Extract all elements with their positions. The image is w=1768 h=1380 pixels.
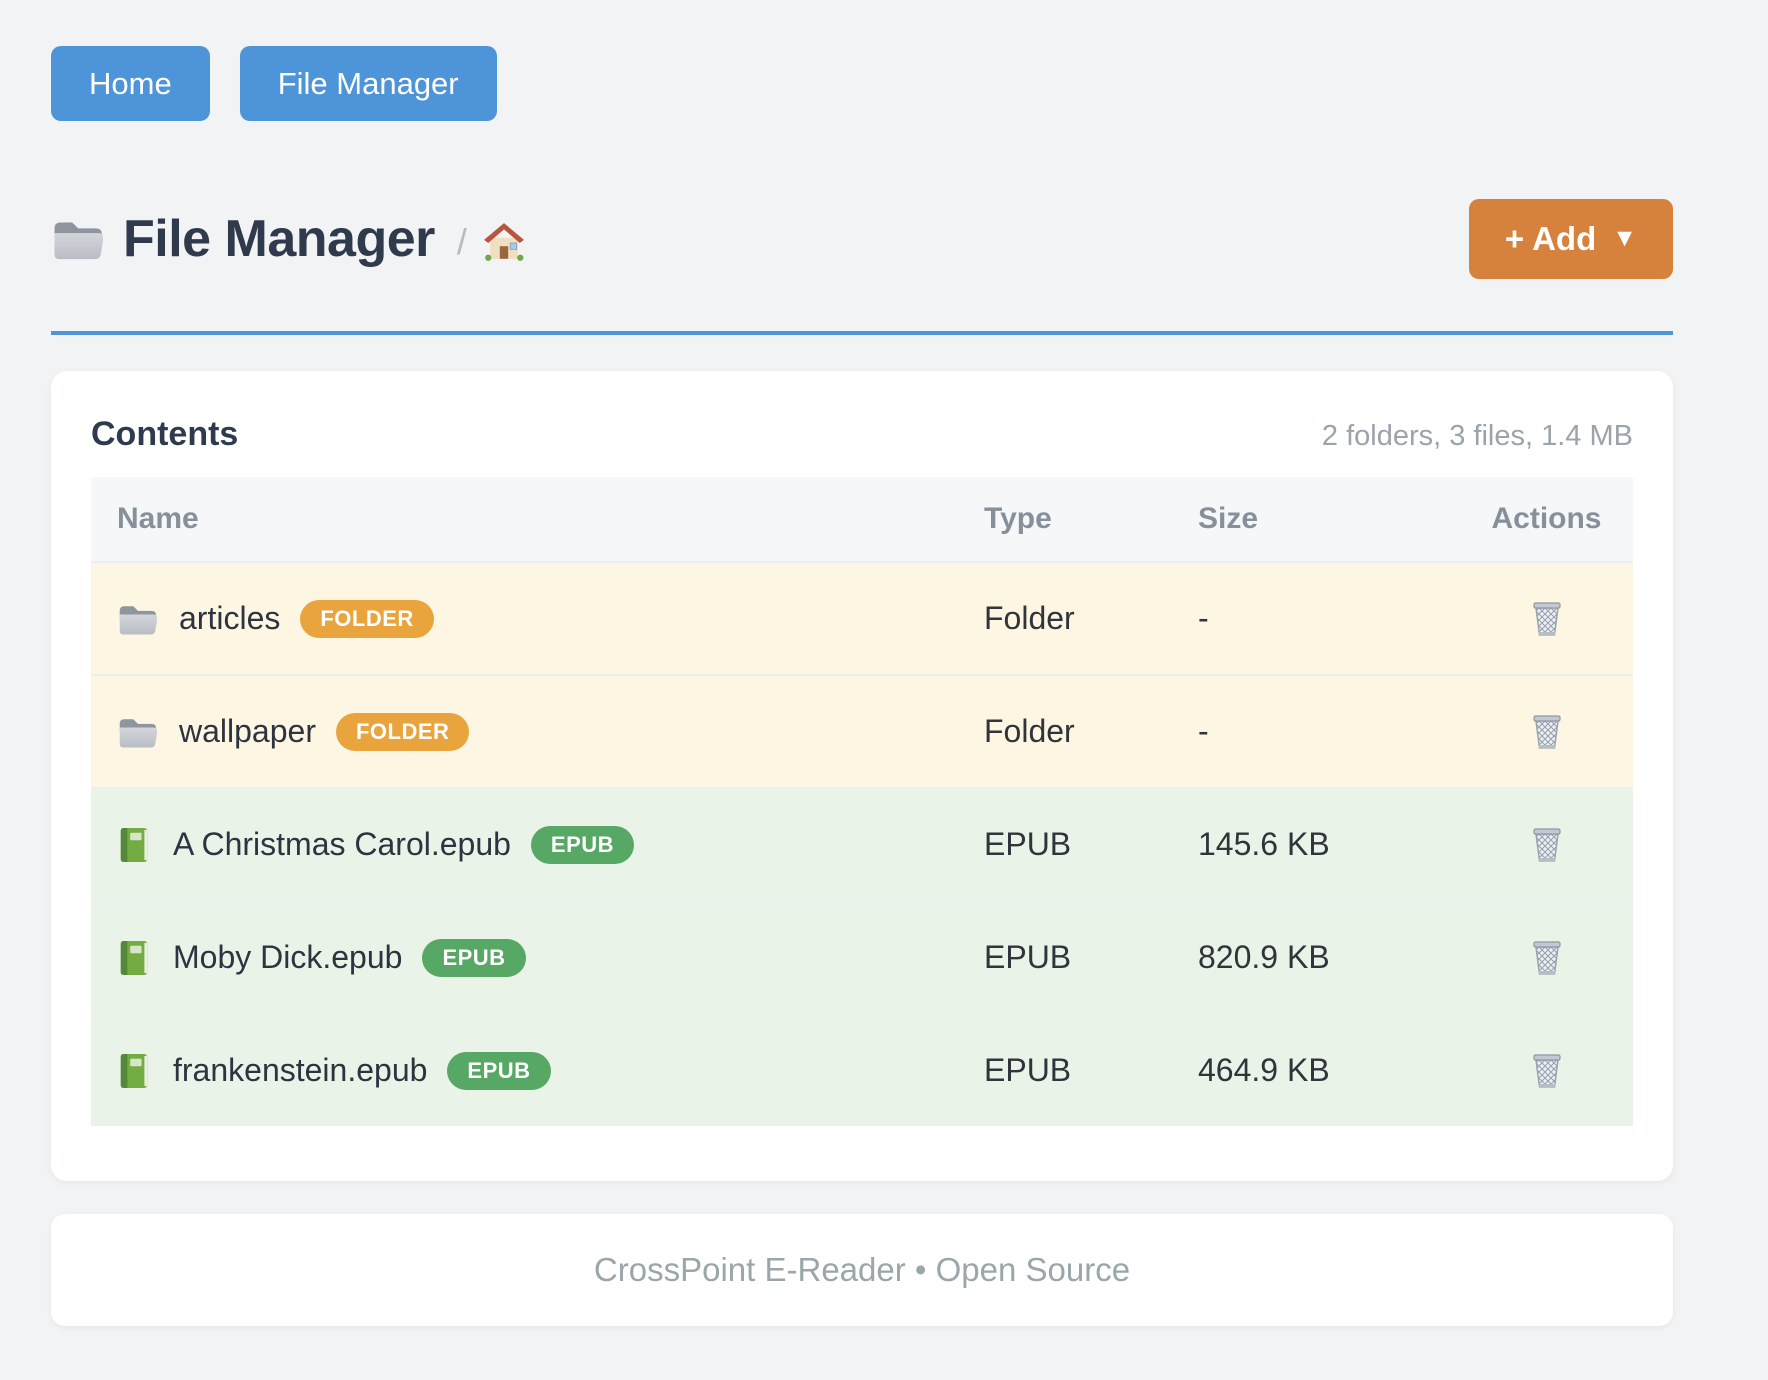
nav-home-button[interactable]: Home — [51, 46, 210, 121]
type-badge: FOLDER — [300, 600, 433, 638]
caret-down-icon: ▼ — [1612, 224, 1637, 253]
folder-icon — [117, 602, 157, 636]
cell-size: 145.6 KB — [1198, 826, 1460, 863]
type-badge: EPUB — [447, 1052, 550, 1090]
cell-type: EPUB — [984, 939, 1198, 976]
delete-button[interactable] — [1526, 1047, 1568, 1095]
item-name-link[interactable]: wallpaper — [179, 713, 316, 750]
cell-name: A Christmas Carol.epub EPUB — [91, 825, 984, 865]
item-name-link[interactable]: articles — [179, 600, 280, 637]
table-row: Moby Dick.epubEPUBEPUB820.9 KB — [91, 900, 1633, 1013]
table-body: articlesFOLDERFolder-wallpaperFOLDERFold… — [91, 561, 1633, 1126]
book-icon — [117, 825, 151, 865]
cell-actions — [1460, 1047, 1633, 1095]
folder-icon — [117, 715, 157, 749]
column-header-name: Name — [91, 502, 984, 536]
nav-buttons: Home File Manager — [51, 46, 1673, 121]
delete-button[interactable] — [1526, 821, 1568, 869]
item-name-link[interactable]: Moby Dick.epub — [173, 939, 402, 976]
cell-name: wallpaper FOLDER — [91, 713, 984, 751]
type-badge: EPUB — [531, 826, 634, 864]
contents-table: Name Type Size Actions articles FOLDER Fol… — [91, 477, 1633, 1126]
table-row: A Christmas Carol.epubEPUBEPUB145.6 KB — [91, 787, 1633, 900]
cell-type: Folder — [984, 600, 1198, 637]
cell-name: frankenstein.epub EPUB — [91, 1051, 984, 1091]
footer-text: CrossPoint E-Reader • Open Source — [594, 1251, 1130, 1289]
cell-actions — [1460, 934, 1633, 982]
cell-size: - — [1198, 600, 1460, 637]
item-name-link[interactable]: A Christmas Carol.epub — [173, 826, 511, 863]
cell-name: articles FOLDER — [91, 600, 984, 638]
page-title: File Manager — [123, 209, 435, 269]
contents-heading: Contents — [91, 415, 238, 454]
nav-file-manager-button[interactable]: File Manager — [240, 46, 497, 121]
page: Home File Manager File Manager / + Add ▼ — [0, 0, 1768, 1326]
type-badge: FOLDER — [336, 713, 469, 751]
trash-icon — [1530, 599, 1564, 639]
folder-icon — [51, 217, 103, 261]
cell-type: Folder — [984, 713, 1198, 750]
table-row: frankenstein.epubEPUBEPUB464.9 KB — [91, 1013, 1633, 1126]
table-row: articles FOLDER Folder- — [91, 561, 1633, 674]
book-icon — [117, 1051, 151, 1091]
contents-card: Contents 2 folders, 3 files, 1.4 MB Name… — [51, 371, 1673, 1181]
cell-size: 464.9 KB — [1198, 1052, 1460, 1089]
cell-actions — [1460, 595, 1633, 643]
cell-actions — [1460, 821, 1633, 869]
column-header-type: Type — [984, 502, 1198, 536]
delete-button[interactable] — [1526, 708, 1568, 756]
book-icon — [117, 938, 151, 978]
cell-size: 820.9 KB — [1198, 939, 1460, 976]
header-divider — [51, 331, 1673, 335]
cell-name: Moby Dick.epub EPUB — [91, 938, 984, 978]
column-header-size: Size — [1198, 502, 1460, 536]
table-row: wallpaper FOLDER Folder- — [91, 674, 1633, 787]
add-button-label: + Add — [1505, 220, 1596, 258]
add-button[interactable]: + Add ▼ — [1469, 199, 1673, 279]
footer: CrossPoint E-Reader • Open Source — [51, 1214, 1673, 1326]
trash-icon — [1530, 1051, 1564, 1091]
table-header: Name Type Size Actions — [91, 477, 1633, 561]
delete-button[interactable] — [1526, 934, 1568, 982]
contents-summary: 2 folders, 3 files, 1.4 MB — [1322, 420, 1633, 453]
breadcrumb-separator: / — [457, 221, 467, 263]
cell-type: EPUB — [984, 1052, 1198, 1089]
page-header: File Manager / + Add ▼ — [51, 199, 1673, 279]
item-name-link[interactable]: frankenstein.epub — [173, 1052, 427, 1089]
delete-button[interactable] — [1526, 595, 1568, 643]
trash-icon — [1530, 825, 1564, 865]
trash-icon — [1530, 938, 1564, 978]
type-badge: EPUB — [422, 939, 525, 977]
column-header-actions: Actions — [1460, 502, 1633, 536]
cell-size: - — [1198, 713, 1460, 750]
cell-actions — [1460, 708, 1633, 756]
trash-icon — [1530, 712, 1564, 752]
cell-type: EPUB — [984, 826, 1198, 863]
home-icon[interactable] — [483, 222, 525, 262]
